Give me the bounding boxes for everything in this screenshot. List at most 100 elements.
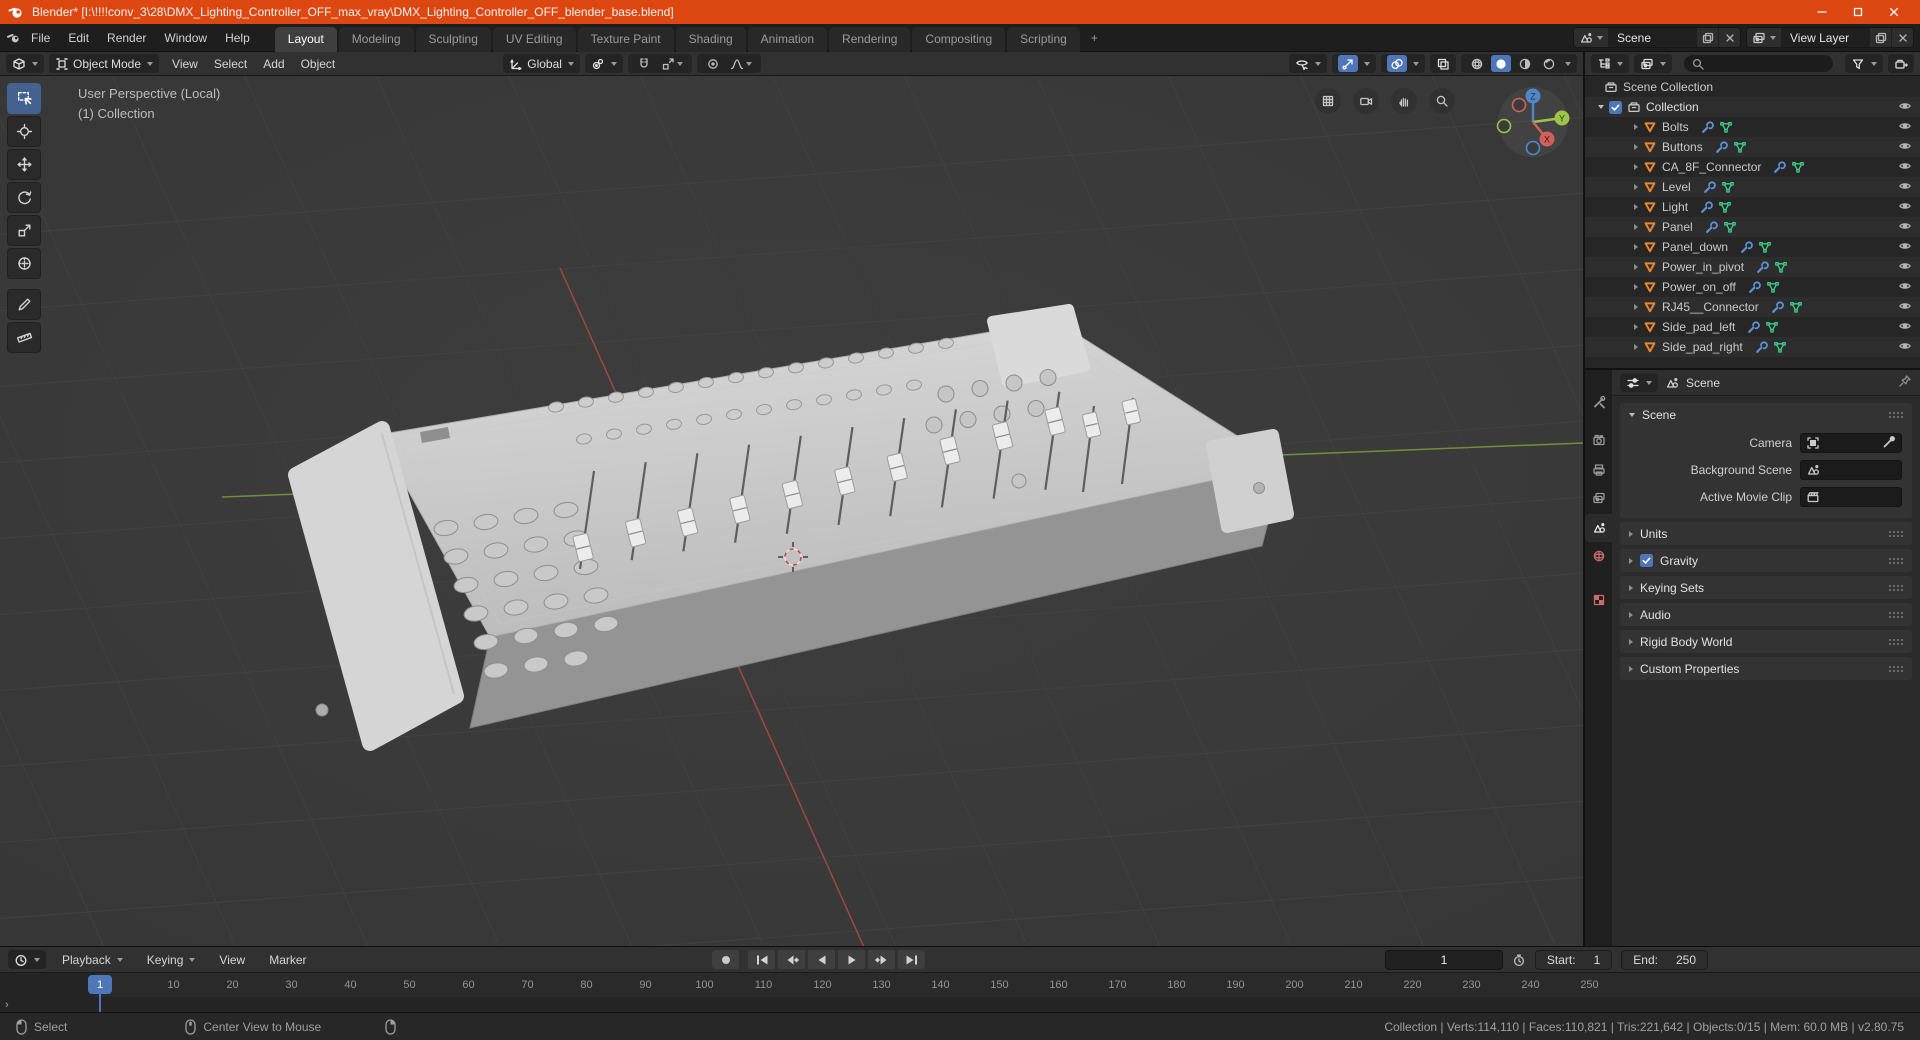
annotate-tool[interactable] [7,289,41,320]
hide-toggle[interactable] [1898,279,1912,296]
mesh-data-icon[interactable] [1719,120,1733,134]
expand-arrow-icon[interactable] [1634,344,1638,350]
cursor-tool[interactable] [7,116,41,147]
drag-grip-icon[interactable] [1889,638,1891,641]
editor-type-selector[interactable] [6,54,44,73]
drag-grip-icon[interactable] [1889,665,1891,668]
outliner-search[interactable] [1684,55,1833,72]
tab-render[interactable] [1585,426,1612,454]
hide-toggle[interactable] [1898,139,1912,156]
modifier-wrench-icon[interactable] [1772,160,1787,174]
expand-arrow-icon[interactable] [1634,184,1638,190]
proportional-toggle[interactable] [703,55,723,72]
section-audio[interactable]: Audio [1620,603,1912,626]
mesh-data-icon[interactable] [1766,280,1780,294]
new-collection-button[interactable] [1888,54,1914,73]
drag-grip-icon[interactable] [1889,530,1891,533]
outliner-object-row[interactable]: RJ45__Connector [1585,297,1920,317]
timeline-view-menu[interactable]: View [211,951,253,969]
scale-tool[interactable] [7,215,41,246]
section-gravity[interactable]: Gravity [1620,549,1912,572]
outliner-object-row[interactable]: Side_pad_right [1585,337,1920,357]
hide-toggle[interactable] [1898,179,1912,196]
hide-toggle[interactable] [1898,319,1912,336]
expand-arrow-icon[interactable] [1634,304,1638,310]
workspace-tab[interactable]: Modeling [338,26,414,52]
proportional-editing-controls[interactable] [696,54,761,73]
close-button[interactable] [1876,0,1912,24]
tab-tool[interactable] [1585,388,1612,416]
wireframe-shading-button[interactable] [1467,55,1487,72]
select-box-tool[interactable] [7,83,41,114]
outliner-object-row[interactable]: Panel [1585,217,1920,237]
outliner-object-row[interactable]: Bolts [1585,117,1920,137]
section-units[interactable]: Units [1620,522,1912,545]
timeline-ruler-area[interactable]: › 10 20 30 40 50 60 70 80 90 100 110 120 130 140 150 16… [0,973,1920,1012]
hide-toggle[interactable] [1898,119,1912,136]
menu-item[interactable]: File [22,27,59,49]
expand-arrow-icon[interactable] [1634,164,1638,170]
move-tool[interactable] [7,149,41,180]
scene-name[interactable]: Scene [1608,31,1696,45]
drag-grip-icon[interactable] [1889,584,1891,587]
playhead[interactable]: 1 [88,975,112,994]
modifier-wrench-icon[interactable] [1702,180,1716,194]
workspace-tab[interactable]: Sculpting [415,26,491,52]
view-layer-icon[interactable] [1747,28,1781,47]
mesh-data-icon[interactable] [1758,240,1772,254]
solid-shading-button[interactable] [1491,55,1511,72]
snap-target-selector[interactable] [658,55,686,72]
expand-arrow-icon[interactable] [1634,124,1638,130]
modifier-wrench-icon[interactable] [1714,140,1728,154]
drag-grip-icon[interactable] [1889,557,1891,560]
overlays-controls[interactable] [1381,54,1425,73]
expand-arrow-icon[interactable] [1634,204,1638,210]
mesh-data-icon[interactable] [1718,200,1732,214]
record-button[interactable] [712,950,739,969]
rendered-shading-button[interactable] [1539,55,1559,72]
outliner-display-mode[interactable] [1634,54,1672,73]
transform-orientation-selector[interactable]: Global [503,54,580,73]
menu-item[interactable]: Window [155,27,216,49]
transform-tool[interactable] [7,248,41,279]
outliner-object-row[interactable]: CA_8F_Connector [1585,157,1920,177]
workspace-tab[interactable]: Layout [274,26,337,52]
timeline-track[interactable] [0,997,1920,1012]
outliner-object-row[interactable]: Power_on_off [1585,277,1920,297]
mesh-data-icon[interactable] [1733,140,1747,154]
collapse-arrow-icon[interactable] [1598,105,1604,109]
outliner-type-selector[interactable] [1591,54,1629,73]
tab-output[interactable] [1585,456,1612,484]
mesh-data-icon[interactable] [1723,220,1737,234]
start-frame-field[interactable]: Start: 1 [1534,949,1613,970]
expand-arrow-icon[interactable] [1634,264,1638,270]
camera-view-icon[interactable] [1353,88,1379,114]
hide-toggle[interactable] [1898,239,1912,256]
properties-type-selector[interactable] [1620,373,1658,392]
region-expand-arrow[interactable]: › [5,999,9,1011]
expand-arrow-icon[interactable] [1634,324,1638,330]
hide-toggle[interactable] [1898,199,1912,216]
snapping-controls[interactable] [627,54,692,73]
viewport-canvas[interactable] [0,76,1583,946]
menu-item[interactable]: Edit [59,27,98,49]
pan-view-icon[interactable] [1391,88,1417,114]
workspace-tab[interactable]: Rendering [829,26,911,52]
tab-view-layer[interactable] [1585,484,1612,512]
pin-icon[interactable] [1898,374,1912,391]
tab-texture[interactable] [1585,586,1612,614]
hide-toggle[interactable] [1898,159,1912,176]
end-frame-field[interactable]: End: 250 [1621,949,1708,970]
falloff-selector[interactable] [727,55,755,72]
workspace-tab[interactable]: Shading [675,26,746,52]
modifier-wrench-icon[interactable] [1755,260,1769,274]
play-button[interactable] [838,950,865,969]
gizmo-x-neg-axis[interactable] [1511,97,1527,113]
stopwatch-icon[interactable] [1512,953,1526,967]
viewport-menu-item[interactable]: Add [255,55,292,73]
section-custom-properties[interactable]: Custom Properties [1620,657,1912,680]
mode-selector[interactable]: Object Mode [49,54,160,73]
active-movie-clip-field[interactable] [1800,487,1902,507]
tab-world[interactable] [1585,542,1612,570]
expand-arrow-icon[interactable] [1634,244,1638,250]
